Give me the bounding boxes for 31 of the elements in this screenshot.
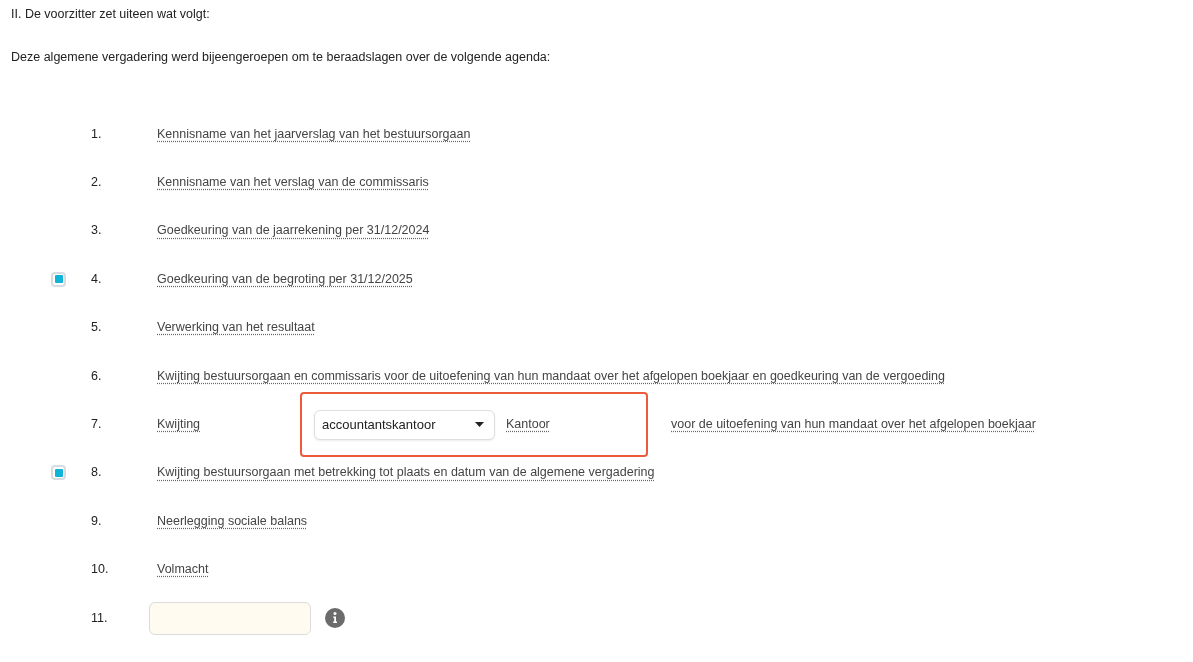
- item-number: 10.: [91, 562, 110, 578]
- agenda-item-text: Kwijting: [157, 417, 201, 433]
- item-number: 3.: [91, 223, 103, 239]
- option-label: Kantoor: [506, 417, 550, 433]
- intro-text: II. De voorzitter zet uiteen wat volgt:: [11, 7, 211, 22]
- agenda-item-text: Goedkeuring van de jaarrekening per 31/12/2024: [157, 223, 430, 239]
- checkbox-checked-icon[interactable]: [51, 465, 66, 481]
- info-icon[interactable]: [325, 608, 345, 629]
- agenda-item-text: Goedkeuring van de begroting per 31/12/2025: [157, 271, 413, 287]
- item-number: 1.: [91, 126, 103, 142]
- agenda-item-text: Kennisname van het jaarverslag van het bestuursorgaan: [157, 126, 471, 142]
- item-number: 6.: [91, 368, 103, 384]
- item-number: 5.: [91, 320, 103, 336]
- checkbox-checked-icon[interactable]: [51, 271, 66, 287]
- input-field[interactable]: [149, 601, 311, 635]
- agenda-item-text: Kennisname van het verslag van de commissaris: [157, 175, 429, 191]
- item-number: 11.: [91, 610, 109, 626]
- item-number: 9.: [91, 513, 103, 529]
- dropdown-select[interactable]: accountantskantoor: [314, 409, 495, 440]
- item-number: 2.: [91, 175, 103, 191]
- agenda-item-text: Kwijting bestuursorgaan met betrekking tot plaats en datum van de algemene vergadering: [157, 465, 655, 481]
- agenda-item-text: Volmacht: [157, 562, 209, 578]
- agenda-item-text: Verwerking van het resultaat: [157, 320, 315, 336]
- intro-text: Deze algemene vergadering werd bijeengeroepen om te beraadslagen over de volgende agenda:: [11, 50, 552, 65]
- agenda-item-text: Kwijting bestuursorgaan en commissaris voor de uitoefening van hun mandaat over het afgelopen boekjaar en goedkeuring van de vergoeding: [157, 368, 945, 384]
- item-number: 7.: [91, 417, 103, 433]
- caret-icon: [475, 422, 484, 428]
- agenda-item-text: Neerlegging sociale balans: [157, 513, 308, 529]
- item-number: 4.: [91, 271, 103, 287]
- item-number: 8.: [91, 465, 103, 481]
- agenda-item-text: voor de uitoefening van hun mandaat over het afgelopen boekjaar: [671, 417, 1036, 433]
